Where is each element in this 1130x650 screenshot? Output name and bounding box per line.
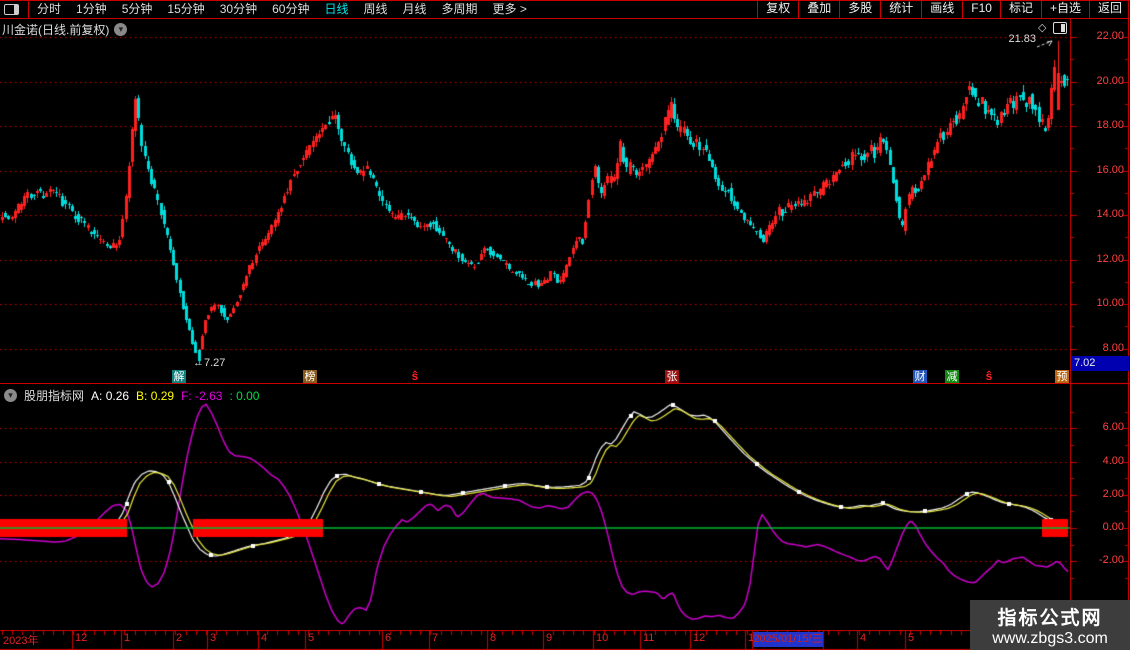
info-mine-icon-6[interactable]: ŝ [982, 369, 996, 383]
time-label-5: 5 [908, 632, 914, 644]
time-label-12: 12 [75, 632, 87, 644]
info-mine-icon-3[interactable]: 张 [665, 370, 679, 384]
info-mine-icon-7[interactable]: 预 [1055, 370, 1069, 384]
time-label-12: 12 [693, 632, 705, 644]
menu-item-15分钟[interactable]: 15分钟 [167, 0, 204, 18]
indicator-header: ▾ 股朋指标网 A: 0.26 B: 0.29 F: -2.63 : 0.00 [4, 387, 259, 404]
menu-item-标记[interactable]: 标记 [1000, 0, 1041, 18]
time-label-9: 9 [546, 632, 552, 644]
menu-item-分时[interactable]: 分时 [37, 0, 61, 18]
menu-item-复权[interactable]: 复权 [757, 0, 798, 18]
layout-icon[interactable] [4, 4, 19, 15]
price-axis-label-14.00: 14.00 [1072, 208, 1124, 220]
menu-item-5分钟[interactable]: 5分钟 [122, 0, 153, 18]
period-menubar: 分时 1分钟 5分钟 15分钟 30分钟 60分钟日线周线月线多周期更多 > 复权叠加多股… [0, 0, 1130, 18]
diamond-icon[interactable]: ◇ [1038, 21, 1046, 34]
menu-item-多股[interactable]: 多股 [839, 0, 880, 18]
time-label-2: 2 [176, 632, 182, 644]
app-window: 分时 1分钟 5分钟 15分钟 30分钟 60分钟日线周线月线多周期更多 > 复权叠加多股… [0, 0, 1130, 650]
menubar-bottom-border [0, 18, 1130, 19]
info-mine-icon-2[interactable]: ŝ [408, 369, 422, 383]
info-mine-icon-5[interactable]: 减 [945, 370, 959, 384]
chart-corner-icons: ◇ [1038, 21, 1067, 34]
split-pane-icon[interactable] [1053, 22, 1067, 34]
time-label-11: 11 [643, 632, 654, 644]
time-label-4: 4 [860, 632, 866, 644]
selected-date-label: 2025/01/15/三 [753, 632, 823, 647]
price-axis-label-8.00: 8.00 [1072, 342, 1124, 354]
menu-item-1分钟[interactable]: 1分钟 [76, 0, 107, 18]
indicator-value-g: : 0.00 [229, 389, 259, 403]
collapse-chevron-icon[interactable]: ▾ [4, 389, 17, 402]
time-label-6: 6 [385, 632, 391, 644]
time-label-5: 5 [308, 632, 314, 644]
axis-bottom-price-badge: 7.02 [1071, 356, 1129, 371]
indicator-axis-label--2.00: -2.00 [1072, 554, 1124, 566]
price-axis-label-10.00: 10.00 [1072, 297, 1124, 309]
indicator-chart-canvas[interactable] [0, 384, 1070, 630]
menubar-divider [28, 0, 29, 18]
menu-item-月线[interactable]: 月线 [403, 0, 427, 18]
menu-item-叠加[interactable]: 叠加 [798, 0, 839, 18]
chevron-down-icon[interactable]: ▾ [114, 23, 127, 36]
watermark-url: www.zbgs3.com [970, 630, 1130, 648]
time-label-4: 4 [261, 632, 267, 644]
indicator-value-a: A: 0.26 [91, 389, 129, 403]
tools-menu: 复权叠加多股统计画线F10标记+自选返回 [757, 0, 1130, 18]
indicator-axis-label-0.00: 0.00 [1072, 521, 1124, 533]
indicator-axis-label-6.00: 6.00 [1072, 421, 1124, 433]
time-axis-canvas [0, 630, 1130, 650]
time-label-8: 8 [490, 632, 496, 644]
menu-item-更多 >[interactable]: 更多 > [493, 0, 527, 18]
info-mine-icon-1[interactable]: 榜 [303, 370, 317, 384]
indicator-axis-label-4.00: 4.00 [1072, 455, 1124, 467]
watermark: 指标公式网 www.zbgs3.com [970, 600, 1130, 650]
time-label-10: 10 [596, 632, 608, 644]
menu-item-30分钟[interactable]: 30分钟 [220, 0, 257, 18]
menu-item-统计[interactable]: 统计 [880, 0, 921, 18]
indicator-axis-label-2.00: 2.00 [1072, 488, 1124, 500]
indicator-name: 股朋指标网 [24, 387, 84, 404]
menu-item-返回[interactable]: 返回 [1089, 0, 1130, 18]
menu-item-60分钟[interactable]: 60分钟 [272, 0, 309, 18]
menu-item-多周期[interactable]: 多周期 [442, 0, 478, 18]
period-menu: 分时 1分钟 5分钟 15分钟 30分钟 60分钟日线周线月线多周期更多 > [37, 0, 542, 18]
page-title: 川金诺(日线.前复权) [2, 21, 109, 38]
time-label-2023年: 2023年 [3, 632, 38, 648]
top-border [0, 0, 1130, 1]
info-mine-icon-4[interactable]: 财 [913, 370, 927, 384]
info-mine-icon-0[interactable]: 解 [172, 370, 186, 384]
indicator-value-f: F: -2.63 [181, 389, 222, 403]
price-axis-label-20.00: 20.00 [1072, 75, 1124, 87]
candlestick-chart-canvas[interactable] [0, 18, 1070, 384]
chart-title-row: 川金诺(日线.前复权) ▾ [2, 21, 127, 38]
price-axis-label-22.00: 22.00 [1072, 30, 1124, 42]
time-label-7: 7 [432, 632, 438, 644]
menu-item-F10[interactable]: F10 [962, 0, 1000, 18]
time-label-1: 1 [124, 632, 130, 644]
price-axis-label-18.00: 18.00 [1072, 119, 1124, 131]
right-border [1128, 0, 1129, 650]
low-price-annotation: ←7.27 [193, 357, 225, 369]
menu-item-日线[interactable]: 日线 [324, 0, 348, 18]
price-axis-label-12.00: 12.00 [1072, 253, 1124, 265]
time-label-3: 3 [210, 632, 216, 644]
watermark-title: 指标公式网 [970, 603, 1130, 630]
indicator-value-b: B: 0.29 [136, 389, 174, 403]
pane-divider [0, 383, 1130, 384]
menu-item-+自选[interactable]: +自选 [1041, 0, 1089, 18]
high-price-annotation: 21.83 [1000, 33, 1036, 45]
price-axis-label-16.00: 16.00 [1072, 164, 1124, 176]
menu-item-周线[interactable]: 周线 [363, 0, 387, 18]
menu-item-画线[interactable]: 画线 [921, 0, 962, 18]
